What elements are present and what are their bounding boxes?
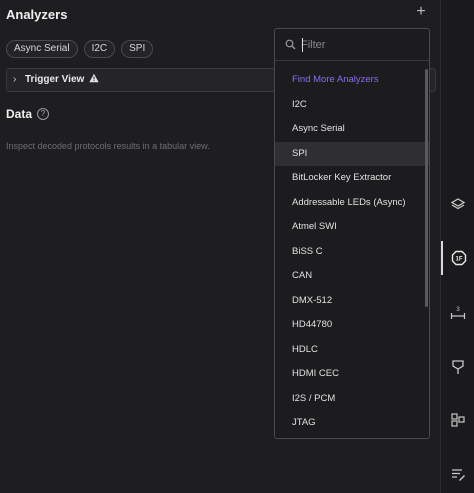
right-sidebar: 1F 3 — [440, 0, 474, 493]
analyzer-option[interactable]: HDMI CEC — [275, 362, 429, 387]
analyzer-option[interactable]: DMX-512 — [275, 289, 429, 314]
search-icon — [285, 39, 296, 50]
filter-input[interactable] — [301, 35, 416, 55]
dropdown-scrollbar[interactable] — [425, 69, 428, 307]
extension-icon[interactable] — [441, 350, 474, 384]
data-section-title: Data — [6, 107, 33, 121]
analyzer-list: Find More Analyzers I2C Async Serial SPI Bit… — [275, 68, 429, 436]
trigger-view-label: Trigger View — [25, 74, 85, 85]
analyzer-option[interactable]: I2C — [275, 93, 429, 118]
plus-icon[interactable]: + — [414, 4, 428, 20]
analyzer-option[interactable]: I2S / PCM — [275, 387, 429, 412]
analyzer-option[interactable]: SPI — [275, 141, 429, 166]
analyzer-option[interactable]: CAN — [275, 264, 429, 289]
layers-icon[interactable] — [441, 187, 474, 221]
analyzer-option[interactable]: BitLocker Key Extractor — [275, 166, 429, 191]
analyzer-option[interactable]: HD44780 — [275, 313, 429, 338]
text-cursor — [302, 38, 303, 52]
panel-title: Analyzers — [6, 7, 68, 22]
analyzer-option[interactable]: Async Serial — [275, 117, 429, 142]
chip-async-serial[interactable]: Async Serial — [6, 40, 78, 58]
chip-i2c[interactable]: I2C — [83, 40, 116, 58]
warning-icon — [89, 73, 99, 83]
analyzer-option[interactable]: JTAG — [275, 411, 429, 436]
notes-icon[interactable] — [441, 457, 474, 491]
analyzer-option[interactable]: Addressable LEDs (Async) — [275, 191, 429, 216]
svg-text:3: 3 — [456, 307, 460, 313]
help-icon[interactable]: ? — [37, 108, 49, 120]
find-more-analyzers-link[interactable]: Find More Analyzers — [275, 68, 429, 93]
svg-text:1F: 1F — [455, 257, 462, 263]
analyzer-chips: Async Serial I2C SPI — [6, 40, 154, 58]
analyzer-dropdown: Find More AnalyzersI2CAsync SerialSPIBit… — [274, 28, 430, 439]
analyzer-option[interactable]: HDLC — [275, 338, 429, 363]
chip-spi[interactable]: SPI — [121, 40, 154, 58]
analyzers-icon[interactable]: 1F — [441, 241, 474, 275]
timing-icon[interactable]: 3 — [441, 296, 474, 330]
analyzer-option[interactable]: Atmel SWI — [275, 215, 429, 240]
chevron-right-icon: › — [13, 74, 17, 85]
grid-icon[interactable] — [441, 403, 474, 437]
filter-bar — [275, 29, 429, 61]
data-description: Inspect decoded protocols results in a t… — [6, 141, 210, 151]
analyzer-option[interactable]: BiSS C — [275, 240, 429, 265]
